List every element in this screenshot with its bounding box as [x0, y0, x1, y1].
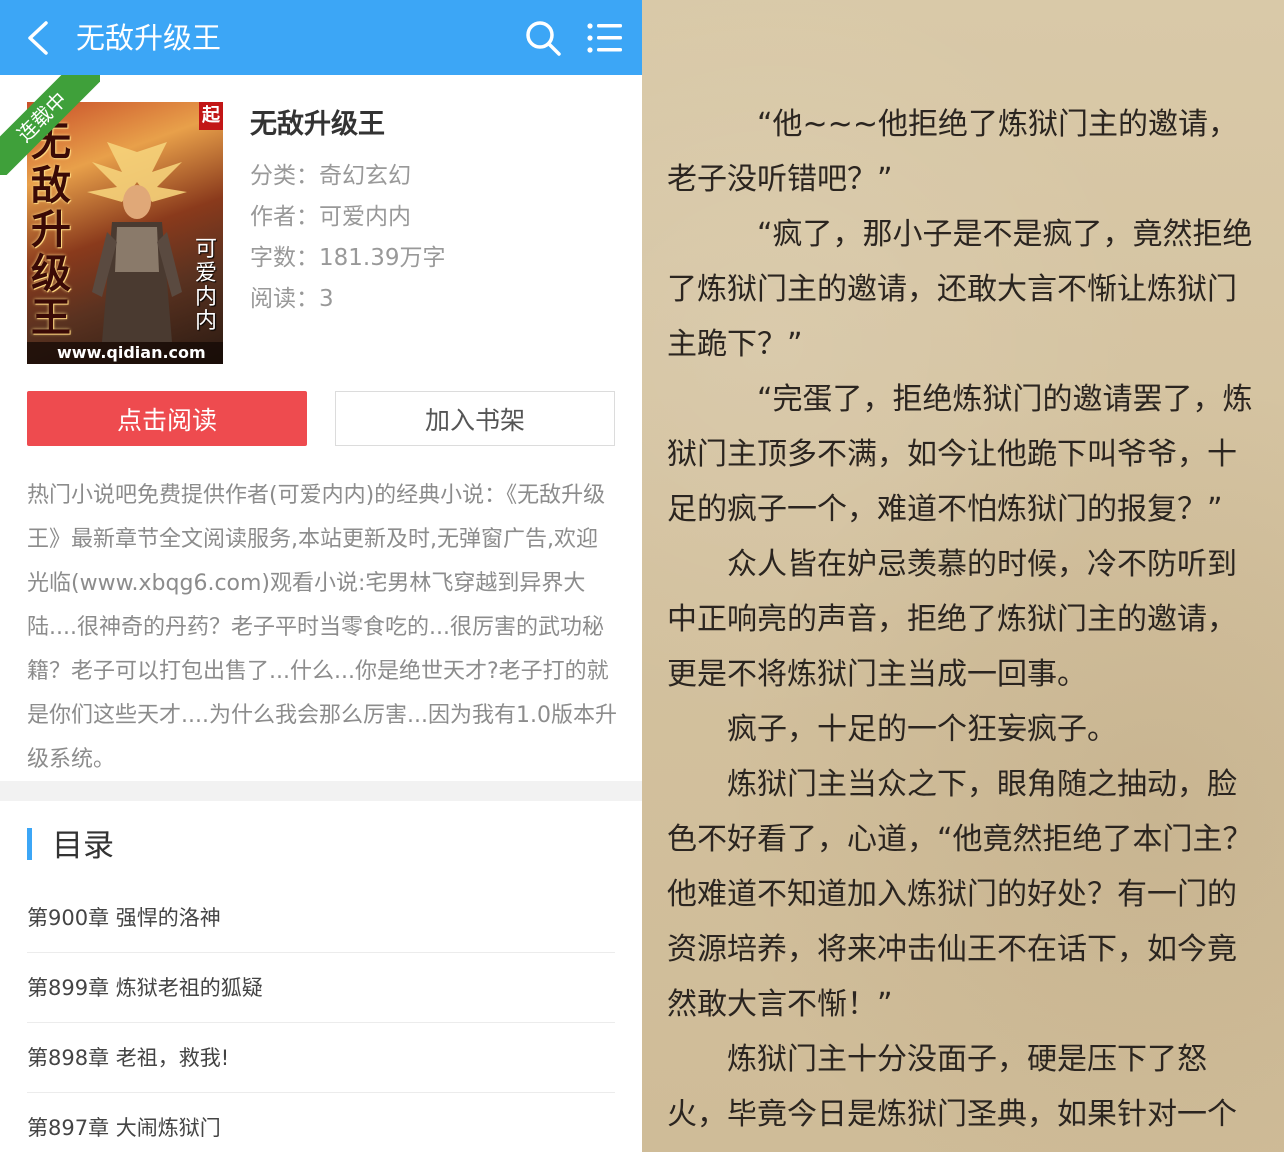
book-author: 作者：可爱内内 — [250, 204, 411, 230]
book-title: 无敌升级王 — [250, 109, 385, 140]
back-icon[interactable] — [24, 20, 54, 56]
reader-paragraph: 众人皆在妒忌羡慕的时候，冷不防听到中正响亮的声音，拒绝了炼狱门主的邀请，更是不将… — [667, 547, 1237, 692]
cover-corner-mark: 起 — [199, 102, 223, 130]
start-reading-button[interactable]: 点击阅读 — [27, 391, 307, 446]
chapter-item[interactable]: 第897章 大闹炼狱门 — [27, 1093, 615, 1152]
status-ribbon: 连载中 — [0, 75, 100, 175]
reader-text: “他~~~他拒绝了炼狱门主的邀请，老子没听错吧？” “疯了，那小子是不是疯了，竟… — [667, 97, 1261, 1142]
cover-site-url: www.qidian.com — [27, 342, 223, 364]
reader-page[interactable]: “他~~~他拒绝了炼狱门主的邀请，老子没听错吧？” “疯了，那小子是不是疯了，竟… — [642, 0, 1284, 1152]
reader-paragraph: “疯了，那小子是不是疯了，竟然拒绝了炼狱门主的邀请，还敢大言不惭让炼狱门主跪下？… — [667, 217, 1253, 362]
chapter-item[interactable]: 第899章 炼狱老祖的狐疑 — [27, 953, 615, 1023]
chapter-item[interactable]: 第900章 强悍的洛神 — [27, 883, 615, 953]
toc-heading: 目录 — [52, 828, 114, 864]
page-title: 无敌升级王 — [76, 21, 222, 55]
book-read-count: 阅读：3 — [250, 286, 334, 312]
status-ribbon-label: 连载中 — [0, 75, 100, 175]
chapter-list-icon[interactable] — [586, 21, 622, 55]
book-word-count: 字数：181.39万字 — [250, 245, 446, 271]
reader-paragraph: 炼狱门主当众之下，眼角随之抽动，脸色不好看了，心道，“他竟然拒绝了本门主？他难道… — [667, 767, 1253, 1022]
cover-hero-figure — [87, 142, 187, 342]
book-detail-panel: 无敌升级王 无敌升级王 可爱内内 起 www.qidian.com 连载中 无敌… — [0, 0, 642, 1152]
section-divider — [0, 781, 642, 801]
top-bar: 无敌升级王 — [0, 0, 642, 75]
reader-paragraph: “完蛋了，拒绝炼狱门的邀请罢了，炼狱门主顶多不满，如今让他跪下叫爷爷，十足的疯子… — [667, 382, 1253, 527]
cover-author-text: 可爱内内 — [195, 237, 218, 334]
book-description: 热门小说吧免费提供作者(可爱内内)的经典小说：《无敌升级王》最新章节全文阅读服务… — [27, 483, 617, 772]
toc-accent-bar — [27, 828, 32, 860]
reader-paragraph: 炼狱门主十分没面子，硬是压下了怒火，毕竟今日是炼狱门圣典，如果针对一个 — [667, 1042, 1237, 1132]
chapter-item[interactable]: 第898章 老祖，救我! — [27, 1023, 615, 1093]
search-icon[interactable] — [524, 19, 562, 57]
add-to-shelf-button[interactable]: 加入书架 — [335, 391, 615, 446]
reader-paragraph: 疯子，十足的一个狂妄疯子。 — [727, 712, 1117, 747]
book-category: 分类：奇幻玄幻 — [250, 163, 411, 189]
reader-paragraph: “他~~~他拒绝了炼狱门主的邀请，老子没听错吧？” — [667, 107, 1238, 197]
